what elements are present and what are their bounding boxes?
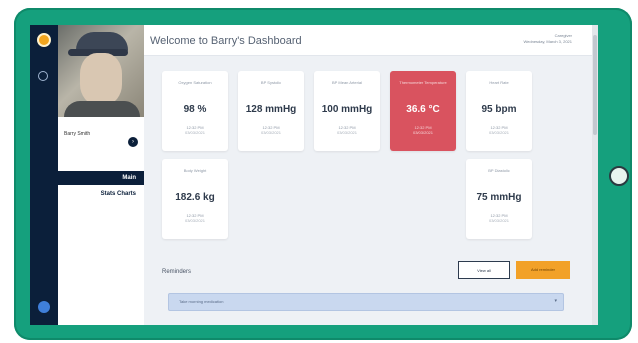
circle-icon[interactable]	[38, 71, 48, 81]
card-date: 03/03/2021	[412, 130, 434, 135]
reminder-dropdown[interactable]: Take morning medication ▾	[168, 293, 564, 311]
main-content: Welcome to Barry's Dashboard Caregiver W…	[144, 25, 598, 325]
card-date: 03/03/2021	[488, 130, 510, 135]
scrollbar[interactable]	[592, 25, 598, 325]
card-date: 03/03/2021	[184, 218, 206, 223]
page-title: Welcome to Barry's Dashboard	[150, 35, 302, 47]
card-label: BP Mean Arterial	[332, 80, 362, 85]
card-bp-systolic[interactable]: BP Systolic 128 mmHg 12:32 PM 03/03/2021	[238, 71, 304, 151]
card-oxygen-saturation[interactable]: Oxygen Saturation 98 % 12:32 PM 03/03/20…	[162, 71, 228, 151]
card-value: 75 mmHg	[476, 192, 522, 203]
card-value: 182.6 kg	[175, 192, 215, 203]
user-label: Barry Smith	[64, 131, 91, 137]
top-bar: Welcome to Barry's Dashboard Caregiver W…	[144, 25, 598, 56]
home-button[interactable]	[609, 166, 629, 186]
card-label: Body Weight	[183, 168, 207, 173]
logo-icon[interactable]	[37, 33, 51, 47]
card-label: Oxygen Saturation	[178, 80, 212, 85]
card-label: BP Diastolic	[488, 168, 510, 173]
avatar	[58, 25, 144, 117]
reminders-title: Reminders	[162, 269, 192, 275]
card-value: 36.6 °C	[406, 104, 440, 115]
card-label: Heart Rate	[489, 80, 509, 85]
help-icon[interactable]	[38, 301, 50, 313]
card-temperature-alert[interactable]: Thermometer Temperature 36.6 °C 12:32 PM…	[390, 71, 456, 151]
sidebar-item-main[interactable]: Main	[58, 171, 144, 185]
avatar-face	[80, 53, 122, 105]
view-all-button[interactable]: View all	[458, 261, 510, 279]
header-date: Wednesday, March 3, 2021	[523, 39, 572, 44]
add-reminder-button[interactable]: Add reminder	[516, 261, 570, 279]
card-date: 03/03/2021	[336, 130, 358, 135]
card-value: 128 mmHg	[245, 104, 297, 115]
left-rail	[30, 25, 58, 325]
dropdown-text: Take morning medication	[179, 299, 224, 304]
card-date: 03/03/2021	[184, 130, 206, 135]
card-bp-mean-arterial[interactable]: BP Mean Arterial 100 mmHg 12:32 PM 03/03…	[314, 71, 380, 151]
card-body-weight[interactable]: Body Weight 182.6 kg 12:32 PM 03/03/2021	[162, 159, 228, 239]
card-value: 100 mmHg	[321, 104, 373, 115]
card-date: 03/03/2021	[260, 130, 282, 135]
card-value: 95 bpm	[481, 104, 517, 115]
header-user-name: Caregiver	[554, 33, 572, 38]
card-value: 98 %	[183, 104, 207, 115]
chevron-down-icon: ▾	[554, 298, 557, 304]
card-date: 03/03/2021	[488, 218, 510, 223]
screen: Barry Smith › Main Stats Charts Welcome …	[30, 25, 598, 325]
card-heart-rate[interactable]: Heart Rate 95 bpm 12:32 PM 03/03/2021	[466, 71, 532, 151]
avatar-coat	[64, 101, 140, 117]
sidebar: Barry Smith › Main Stats Charts	[58, 25, 144, 325]
card-label: Thermometer Temperature	[399, 80, 447, 85]
sidebar-item-stats-charts[interactable]: Stats Charts	[58, 187, 144, 201]
card-bp-diastolic[interactable]: BP Diastolic 75 mmHg 12:32 PM 03/03/2021	[466, 159, 532, 239]
card-label: BP Systolic	[260, 80, 282, 85]
scrollbar-thumb[interactable]	[593, 35, 597, 135]
user-arrow-icon[interactable]: ›	[128, 137, 138, 147]
